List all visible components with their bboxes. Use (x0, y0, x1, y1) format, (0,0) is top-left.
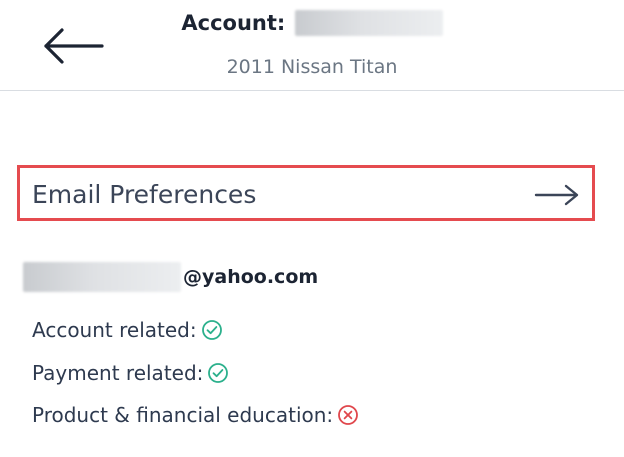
email-domain: @yahoo.com (183, 266, 319, 288)
category-label: Account related: (32, 318, 197, 342)
account-redacted (294, 10, 443, 36)
check-circle-icon (201, 319, 223, 341)
arrow-right-icon (534, 184, 580, 210)
email-preferences-label: Email Preferences (32, 180, 257, 209)
account-title: Account: (0, 10, 624, 36)
vehicle-subtitle: 2011 Nissan Titan (226, 56, 398, 78)
check-circle-icon (207, 362, 229, 384)
category-label: Product & financial education: (32, 403, 334, 427)
email-redacted (23, 262, 181, 292)
category-label: Payment related: (32, 361, 204, 385)
account-label: Account: (181, 11, 286, 35)
x-circle-icon (337, 404, 359, 426)
email-preferences-row[interactable]: Email Preferences (17, 165, 595, 221)
category-payment-related: Payment related: (32, 361, 229, 385)
header: Account: 2011 Nissan Titan (0, 0, 624, 91)
category-account-related: Account related: (32, 318, 223, 342)
email-address: @yahoo.com (23, 262, 318, 292)
category-product-financial-education: Product & financial education: (32, 403, 359, 427)
